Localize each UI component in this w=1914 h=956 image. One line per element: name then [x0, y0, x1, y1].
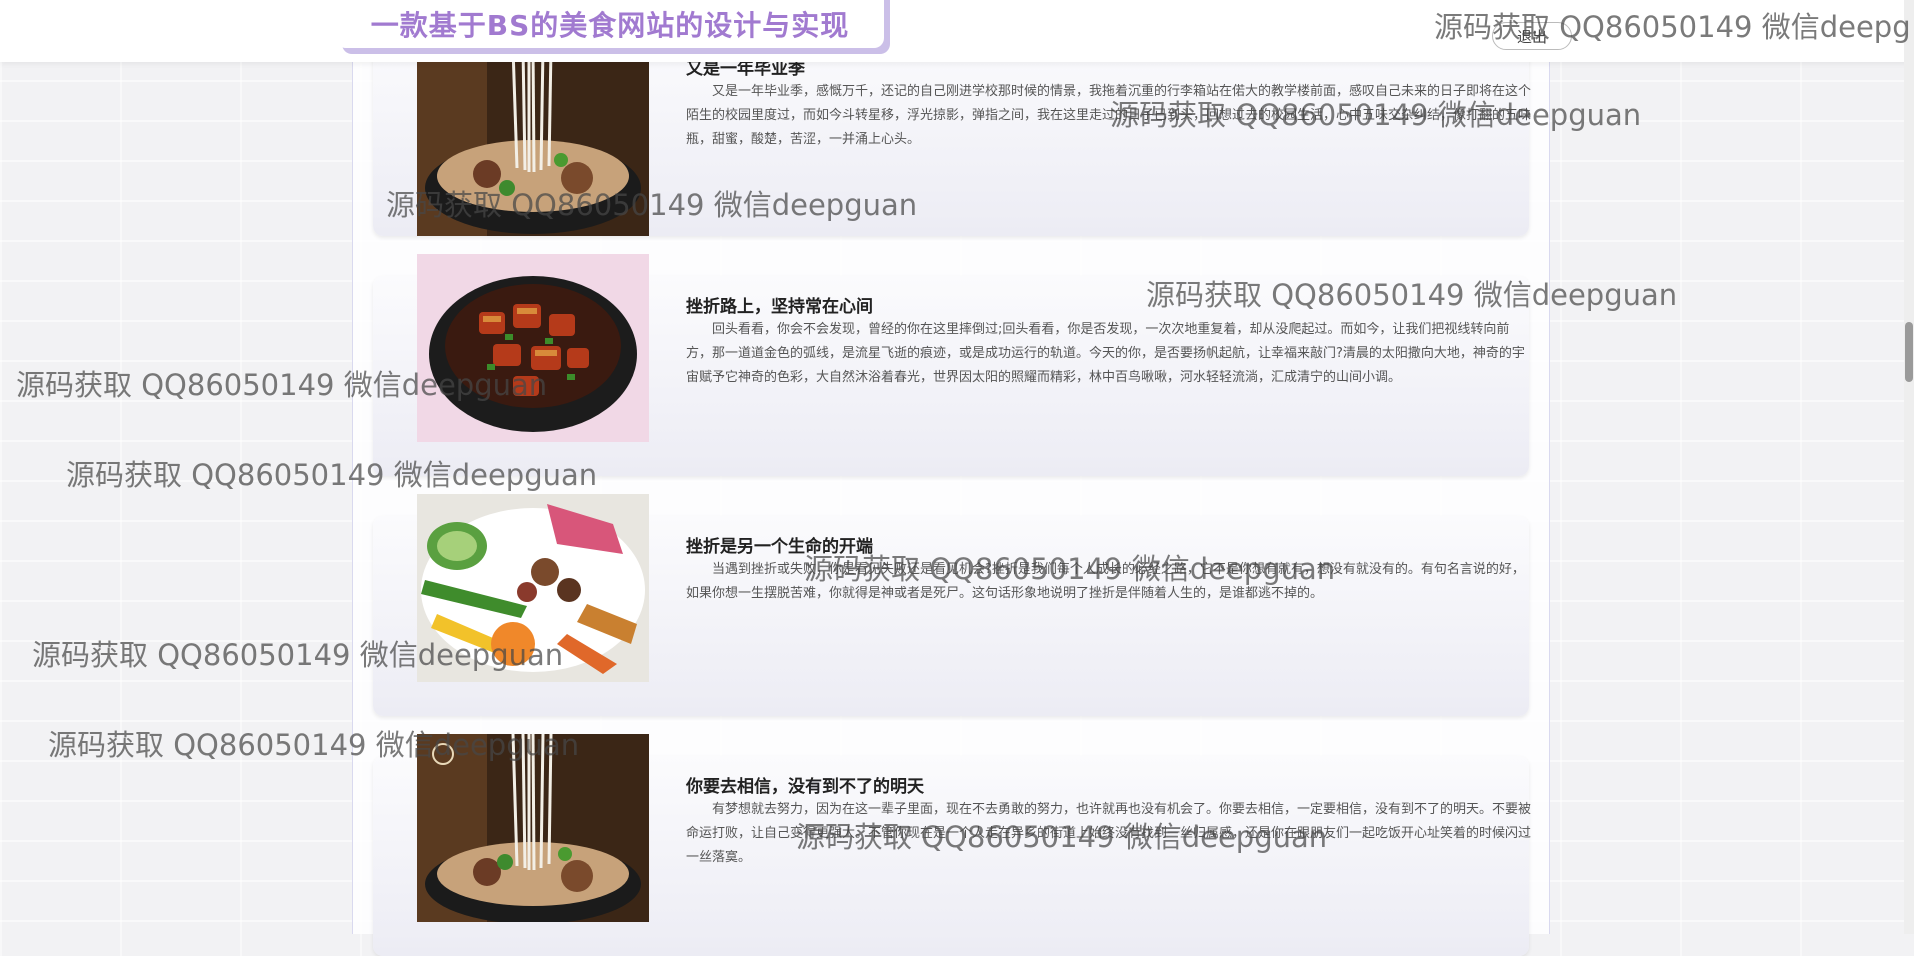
- logout-button[interactable]: 退出: [1492, 22, 1572, 50]
- article-image-vegetable-plate[interactable]: [417, 494, 649, 682]
- page-scrollbar[interactable]: [1904, 0, 1914, 934]
- article-title[interactable]: 挫折是另一个生命的开端: [686, 532, 873, 557]
- article-image-braised-pork-pot[interactable]: [417, 254, 649, 442]
- site-title: 一款基于BS的美食网站的设计与实现: [370, 9, 850, 42]
- article-title[interactable]: 你要去相信，没有到不了的明天: [686, 772, 924, 797]
- scrollbar-thumb[interactable]: [1905, 322, 1913, 382]
- article-body: 回头看看，你会不会发现，曾经的你在这里摔倒过;回头看看，你是否发现，一次次地重复…: [686, 322, 1525, 385]
- site-title-tab: 一款基于BS的美食网站的设计与实现: [336, 0, 884, 48]
- top-header: 一款基于BS的美食网站的设计与实现 退出: [0, 0, 1914, 62]
- article-title[interactable]: 挫折路上，坚持常在心间: [686, 292, 873, 317]
- article-body: 当遇到挫折或失败，你是看见失败还是看见机会?挫折是我们每个人成长的必经之路，它不…: [686, 562, 1525, 601]
- article-list: 又是一年毕业季 又是一年毕业季，感慨万千，还记的自己刚进学校那时候的情景，我拖着…: [352, 0, 1550, 956]
- article-body: 又是一年毕业季，感慨万千，还记的自己刚进学校那时候的情景，我拖着沉重的行李箱站在…: [686, 84, 1532, 147]
- article-card[interactable]: 你要去相信，没有到不了的明天 有梦想就去努力，因为在这一辈子里面，现在不去勇敢的…: [373, 734, 1531, 956]
- article-body: 有梦想就去努力，因为在这一辈子里面，现在不去勇敢的努力，也许就再也没有机会了。你…: [686, 802, 1532, 865]
- article-image-noodle-bowl[interactable]: [417, 48, 649, 236]
- article-card[interactable]: 挫折是另一个生命的开端 当遇到挫折或失败，你是看见失败还是看见机会?挫折是我们每…: [373, 494, 1529, 716]
- article-card[interactable]: 挫折路上，坚持常在心间 回头看看，你会不会发现，曾经的你在这里摔倒过;回头看看，…: [373, 254, 1529, 476]
- article-image-noodle-bowl[interactable]: [417, 734, 649, 922]
- article-card[interactable]: 又是一年毕业季 又是一年毕业季，感慨万千，还记的自己刚进学校那时候的情景，我拖着…: [373, 38, 1531, 236]
